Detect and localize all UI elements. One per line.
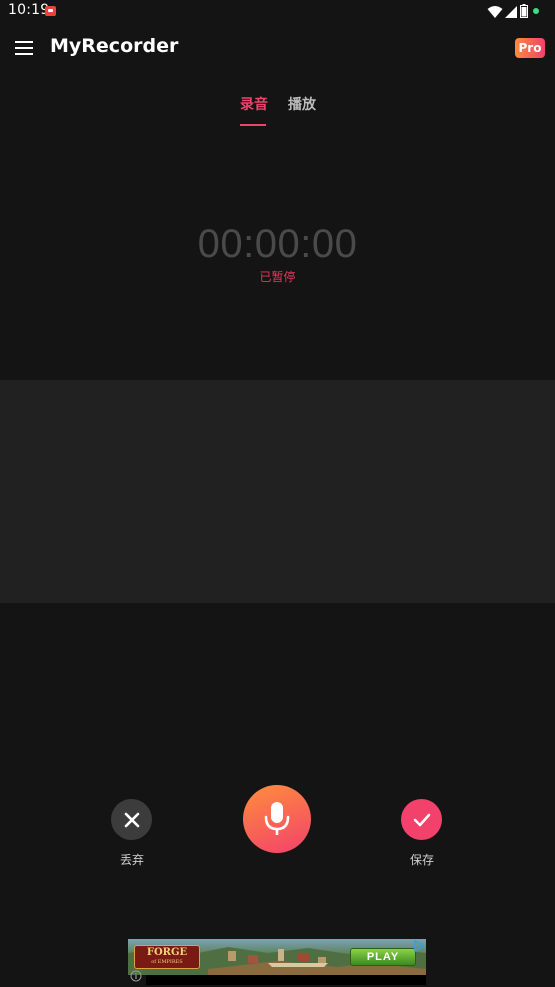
ad-play-button[interactable]: PLAY [350, 948, 416, 966]
pro-badge-button[interactable]: Pro [515, 38, 545, 58]
record-button[interactable] [243, 785, 311, 853]
battery-icon [520, 4, 528, 18]
discard-button[interactable] [111, 799, 152, 840]
wifi-icon [487, 6, 503, 18]
notification-dot-icon [533, 8, 539, 14]
check-icon [413, 813, 430, 826]
save-button[interactable] [401, 799, 442, 840]
ad-logo-subtitle: of EMPIRES [151, 959, 183, 965]
ad-logo: FORGE of EMPIRES [134, 945, 200, 969]
ad-choices-icon[interactable] [412, 939, 426, 953]
status-time: 10:19 [8, 2, 50, 18]
tab-indicator [240, 124, 266, 126]
close-icon [124, 812, 139, 827]
discard-label: 丢弃 [119, 853, 144, 867]
recording-timer: 00:00:00 [197, 222, 358, 266]
app-title: MyRecorder [50, 35, 179, 57]
tab-record[interactable]: 录音 [240, 94, 268, 114]
recording-status-label: 已暂停 [259, 270, 296, 284]
save-label: 保存 [409, 853, 434, 867]
microphone-icon [264, 802, 290, 835]
menu-icon[interactable] [14, 38, 34, 58]
ad-info-icon[interactable] [130, 970, 142, 982]
ad-logo-title: FORGE [146, 947, 188, 958]
ad-bottom-strip [146, 975, 426, 985]
status-icons [487, 3, 547, 21]
tab-bar: 录音 播放 [0, 94, 555, 130]
waveform-panel [0, 380, 555, 603]
tab-playback[interactable]: 播放 [288, 94, 316, 114]
ad-banner[interactable]: FORGE of EMPIRES PLAY [128, 939, 426, 975]
status-bar: 10:19 [0, 0, 555, 24]
app-bar: MyRecorder Pro [0, 24, 555, 72]
signal-icon [505, 6, 517, 18]
notification-app-icon [45, 6, 56, 16]
